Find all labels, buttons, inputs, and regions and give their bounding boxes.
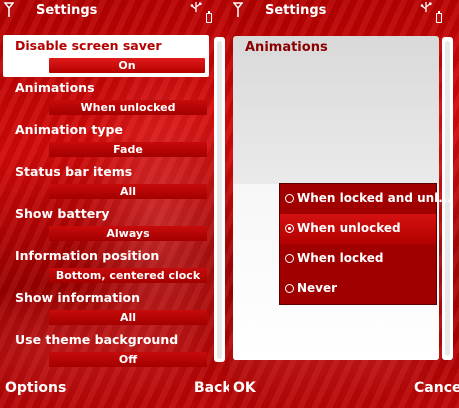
ok-softkey[interactable]: OK <box>233 380 256 396</box>
signal-icon <box>4 2 14 17</box>
setting-label: Animation type <box>15 122 123 137</box>
setting-label: Status bar items <box>15 164 133 179</box>
radio-button-icon <box>285 254 294 263</box>
setting-information-position[interactable]: Information position Bottom, centered cl… <box>0 245 212 287</box>
setting-status-bar-items[interactable]: Status bar items All <box>0 161 212 203</box>
window-title: Settings <box>265 3 327 18</box>
option-label: When unlocked <box>297 221 401 235</box>
softkey-bar: OK Cancel <box>229 370 459 408</box>
back-softkey[interactable]: Back <box>194 380 229 396</box>
setting-label: Use theme background <box>15 332 179 347</box>
setting-value: All <box>49 310 207 325</box>
setting-value: Bottom, centered clock <box>49 268 207 283</box>
animations-selection-screen: Settings Animations When locked and unl.… <box>229 0 459 408</box>
option-when-unlocked[interactable]: When unlocked <box>280 214 436 244</box>
window-title: Settings <box>36 3 98 18</box>
usb-icon <box>420 2 432 12</box>
option-label: Never <box>297 281 338 295</box>
option-never[interactable]: Never <box>280 274 436 304</box>
option-label: When locked and unl... <box>297 191 452 205</box>
scrollbar-thumb[interactable] <box>217 41 222 359</box>
setting-value: Fade <box>49 142 207 157</box>
status-bar: Settings <box>229 0 459 26</box>
radio-button-checked-icon <box>285 224 294 233</box>
options-softkey[interactable]: Options <box>5 380 66 396</box>
settings-list: Disable screen saver On Animations When … <box>0 35 212 371</box>
setting-value: Always <box>49 226 207 241</box>
option-when-locked[interactable]: When locked <box>280 244 436 274</box>
setting-label: Animations <box>15 80 95 95</box>
softkey-bar: Options Back <box>0 370 229 408</box>
radio-button-icon <box>285 284 294 293</box>
option-when-locked-and-unlocked[interactable]: When locked and unl... <box>280 184 452 214</box>
radio-button-icon <box>285 194 294 203</box>
setting-label: Disable screen saver <box>15 38 162 53</box>
scrollbar[interactable] <box>214 37 225 362</box>
options-popup: When locked and unl... When unlocked Whe… <box>279 183 452 305</box>
setting-show-battery[interactable]: Show battery Always <box>0 203 212 245</box>
setting-disable-screen-saver[interactable]: Disable screen saver On <box>3 35 209 77</box>
setting-animation-type[interactable]: Animation type Fade <box>0 119 212 161</box>
status-bar: Settings <box>0 0 229 26</box>
setting-label: Information position <box>15 248 160 263</box>
option-label: When locked <box>297 251 384 265</box>
setting-value: All <box>49 184 207 199</box>
setting-label: Show information <box>15 290 140 305</box>
setting-show-information[interactable]: Show information All <box>0 287 212 329</box>
setting-value: On <box>49 58 205 73</box>
battery-icon <box>436 11 442 23</box>
setting-label: Show battery <box>15 206 110 221</box>
battery-icon <box>206 11 212 23</box>
setting-value: When unlocked <box>49 100 207 115</box>
setting-value: Off <box>49 352 207 367</box>
setting-use-theme-background[interactable]: Use theme background Off <box>0 329 212 371</box>
setting-animations[interactable]: Animations When unlocked <box>0 77 212 119</box>
signal-icon <box>233 2 243 17</box>
page-heading: Animations <box>245 40 328 55</box>
settings-list-screen: Settings Disable screen saver On Animati… <box>0 0 229 408</box>
cancel-softkey[interactable]: Cancel <box>414 380 459 396</box>
usb-icon <box>190 2 202 12</box>
